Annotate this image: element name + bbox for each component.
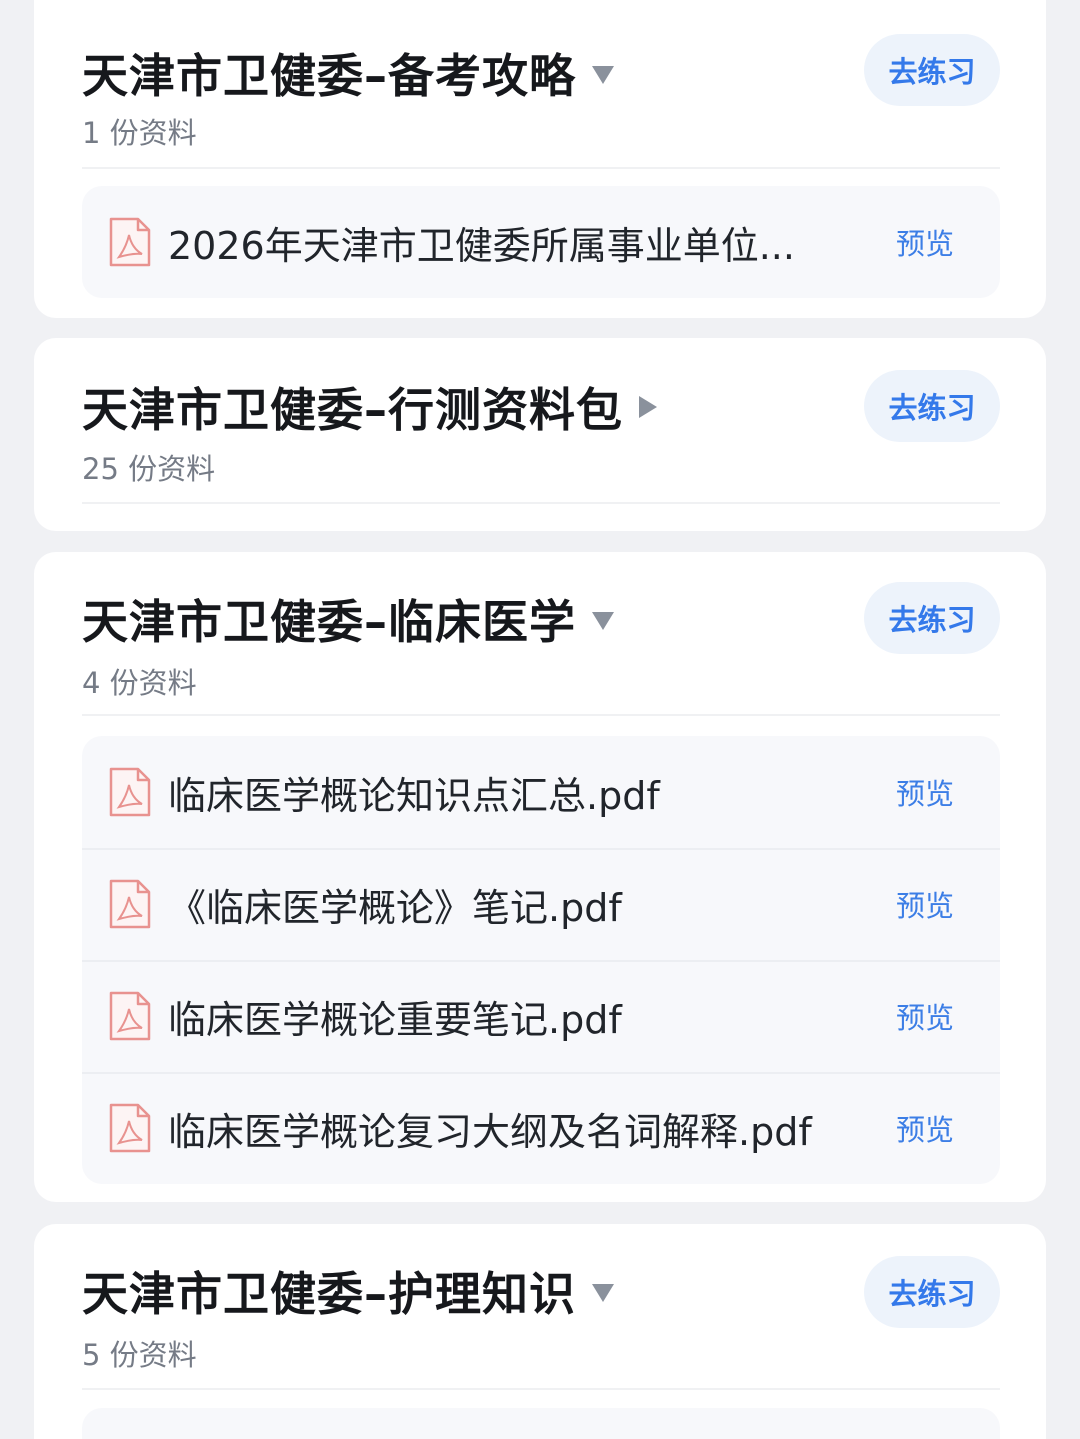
resource-group-card: 天津市卫健委–行测资料包 25 份资料 去练习 [34, 338, 1046, 531]
file-name: 临床医学概论知识点汇总.pdf [168, 773, 660, 818]
file-item[interactable]: 临床医学概论重要笔记.pdf 预览 [82, 960, 1000, 1072]
resource-count: 4 份资料 [82, 666, 197, 700]
file-item[interactable]: 临床医学概论知识点汇总.pdf 预览 [82, 736, 1000, 848]
pdf-file-icon [109, 767, 151, 817]
practice-button[interactable]: 去练习 [864, 1256, 1000, 1328]
divider [82, 714, 1000, 716]
file-name: 《临床医学概论》笔记.pdf [168, 885, 622, 930]
pdf-file-icon [109, 879, 151, 929]
preview-link[interactable]: 预览 [896, 995, 954, 1037]
group-title: 天津市卫健委–行测资料包 [82, 383, 623, 437]
divider [82, 167, 1000, 169]
group-header[interactable]: 天津市卫健委–行测资料包 [82, 374, 657, 440]
practice-button[interactable]: 去练习 [864, 582, 1000, 654]
group-title: 天津市卫健委–临床医学 [82, 595, 576, 649]
group-header[interactable]: 天津市卫健委–备考攻略 [82, 40, 614, 106]
resource-count: 1 份资料 [82, 116, 197, 150]
resource-group-card: 天津市卫健委–临床医学 4 份资料 去练习 临床医学概论知识点汇总.pdf 预览 [34, 552, 1046, 1202]
practice-button[interactable]: 去练习 [864, 370, 1000, 442]
resource-page: 天津市卫健委–备考攻略 1 份资料 去练习 2026年天津市卫健委所属事业单位.… [0, 0, 1080, 1439]
divider [82, 502, 1000, 504]
practice-button[interactable]: 去练习 [864, 34, 1000, 106]
caret-down-icon[interactable] [592, 1284, 614, 1302]
file-list: 临床医学概论知识点汇总.pdf 预览 《临床医学概论》笔记.pdf 预览 临床医… [82, 736, 1000, 1184]
pdf-file-icon [109, 991, 151, 1041]
resource-group-card: 天津市卫健委–备考攻略 1 份资料 去练习 2026年天津市卫健委所属事业单位.… [34, 0, 1046, 318]
preview-link[interactable]: 预览 [896, 771, 954, 813]
group-title: 天津市卫健委–备考攻略 [82, 49, 576, 103]
file-name: 临床医学概论重要笔记.pdf [168, 997, 622, 1042]
caret-right-icon[interactable] [639, 396, 657, 418]
group-header[interactable]: 天津市卫健委–临床医学 [82, 586, 614, 652]
resource-group-card: 天津市卫健委–护理知识 5 份资料 去练习 [34, 1224, 1046, 1439]
file-item[interactable]: 临床医学概论复习大纲及名词解释.pdf 预览 [82, 1072, 1000, 1184]
file-name: 2026年天津市卫健委所属事业单位... [168, 223, 795, 268]
group-header[interactable]: 天津市卫健委–护理知识 [82, 1258, 614, 1324]
pdf-file-icon [109, 1103, 151, 1153]
resource-count: 5 份资料 [82, 1338, 197, 1372]
divider [82, 1388, 1000, 1390]
group-title: 天津市卫健委–护理知识 [82, 1267, 576, 1321]
caret-down-icon[interactable] [592, 66, 614, 84]
file-item[interactable]: 2026年天津市卫健委所属事业单位... 预览 [82, 186, 1000, 298]
resource-count: 25 份资料 [82, 452, 216, 486]
file-list: 2026年天津市卫健委所属事业单位... 预览 [82, 186, 1000, 298]
file-name: 临床医学概论复习大纲及名词解释.pdf [168, 1109, 812, 1154]
preview-link[interactable]: 预览 [896, 221, 954, 263]
caret-down-icon[interactable] [592, 612, 614, 630]
pdf-file-icon [109, 217, 151, 267]
file-list [82, 1408, 1000, 1439]
file-item[interactable]: 《临床医学概论》笔记.pdf 预览 [82, 848, 1000, 960]
preview-link[interactable]: 预览 [896, 1107, 954, 1149]
preview-link[interactable]: 预览 [896, 883, 954, 925]
